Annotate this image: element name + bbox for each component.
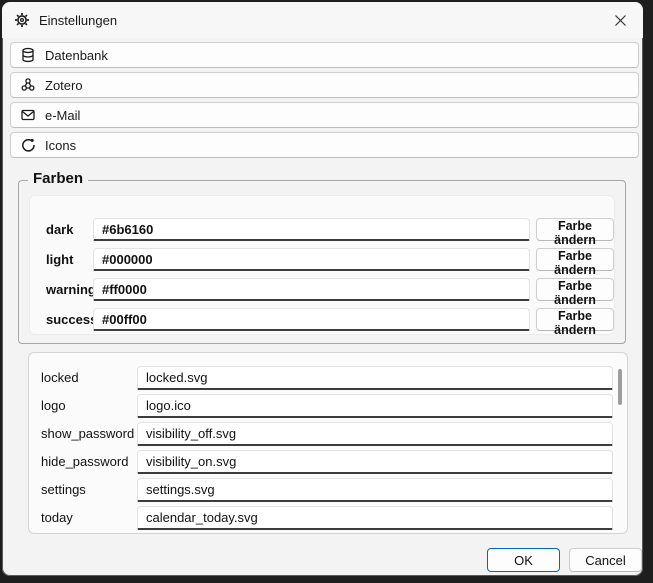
cancel-button[interactable]: Cancel (569, 548, 642, 572)
icon-input-logo[interactable] (137, 394, 613, 418)
gear-icon (14, 12, 30, 28)
ok-button[interactable]: OK (487, 548, 560, 572)
icon-input-today[interactable] (137, 506, 613, 530)
titlebar: Einstellungen (2, 2, 643, 38)
change-color-button-dark[interactable]: Farbe ändern (536, 218, 614, 241)
icon-label-locked: locked (41, 366, 79, 390)
icon-input-settings[interactable] (137, 478, 613, 502)
color-label-light: light (46, 248, 92, 271)
icon-label-settings: settings (41, 478, 86, 502)
farben-panel: dark Farbe ändern light Farbe ändern war… (29, 195, 615, 335)
mail-icon (20, 107, 36, 123)
icon-files-panel: locked logo show_password hide_password … (28, 352, 628, 534)
icon-label-today: today (41, 506, 73, 530)
refresh-icon (20, 137, 36, 153)
icon-input-hide-password[interactable] (137, 450, 613, 474)
section-label: Datenbank (45, 48, 108, 63)
section-label: Icons (45, 138, 76, 153)
section-zotero[interactable]: Zotero (10, 72, 639, 98)
color-input-success[interactable] (93, 308, 530, 331)
color-input-dark[interactable] (93, 218, 530, 241)
database-icon (20, 47, 36, 63)
color-input-warning[interactable] (93, 278, 530, 301)
icon-label-logo: logo (41, 394, 66, 418)
window-title: Einstellungen (39, 13, 117, 28)
change-color-button-success[interactable]: Farbe ändern (536, 308, 614, 331)
vertical-scrollbar[interactable] (618, 369, 622, 405)
settings-dialog: Einstellungen Datenbank (2, 2, 643, 576)
color-label-warning: warning (46, 278, 92, 301)
change-color-button-light[interactable]: Farbe ändern (536, 248, 614, 271)
icon-label-hide-password: hide_password (41, 450, 128, 474)
change-color-button-warning[interactable]: Farbe ändern (536, 278, 614, 301)
color-label-success: success (46, 308, 92, 331)
section-label: Zotero (45, 78, 83, 93)
section-icons[interactable]: Icons (10, 132, 639, 158)
screen-backdrop: Einstellungen Datenbank (0, 0, 653, 583)
section-datenbank[interactable]: Datenbank (10, 42, 639, 68)
icon-label-show-password: show_password (41, 422, 134, 446)
section-label: e-Mail (45, 108, 80, 123)
farben-title: Farben (28, 170, 88, 187)
section-email[interactable]: e-Mail (10, 102, 639, 128)
icon-input-locked[interactable] (137, 366, 613, 390)
zotero-icon (20, 77, 36, 93)
close-button[interactable] (603, 7, 637, 33)
icon-input-show-password[interactable] (137, 422, 613, 446)
close-icon (615, 15, 626, 26)
farben-groupbox: Farben dark Farbe ändern light Farbe änd… (18, 180, 626, 344)
color-label-dark: dark (46, 218, 92, 241)
color-input-light[interactable] (93, 248, 530, 271)
